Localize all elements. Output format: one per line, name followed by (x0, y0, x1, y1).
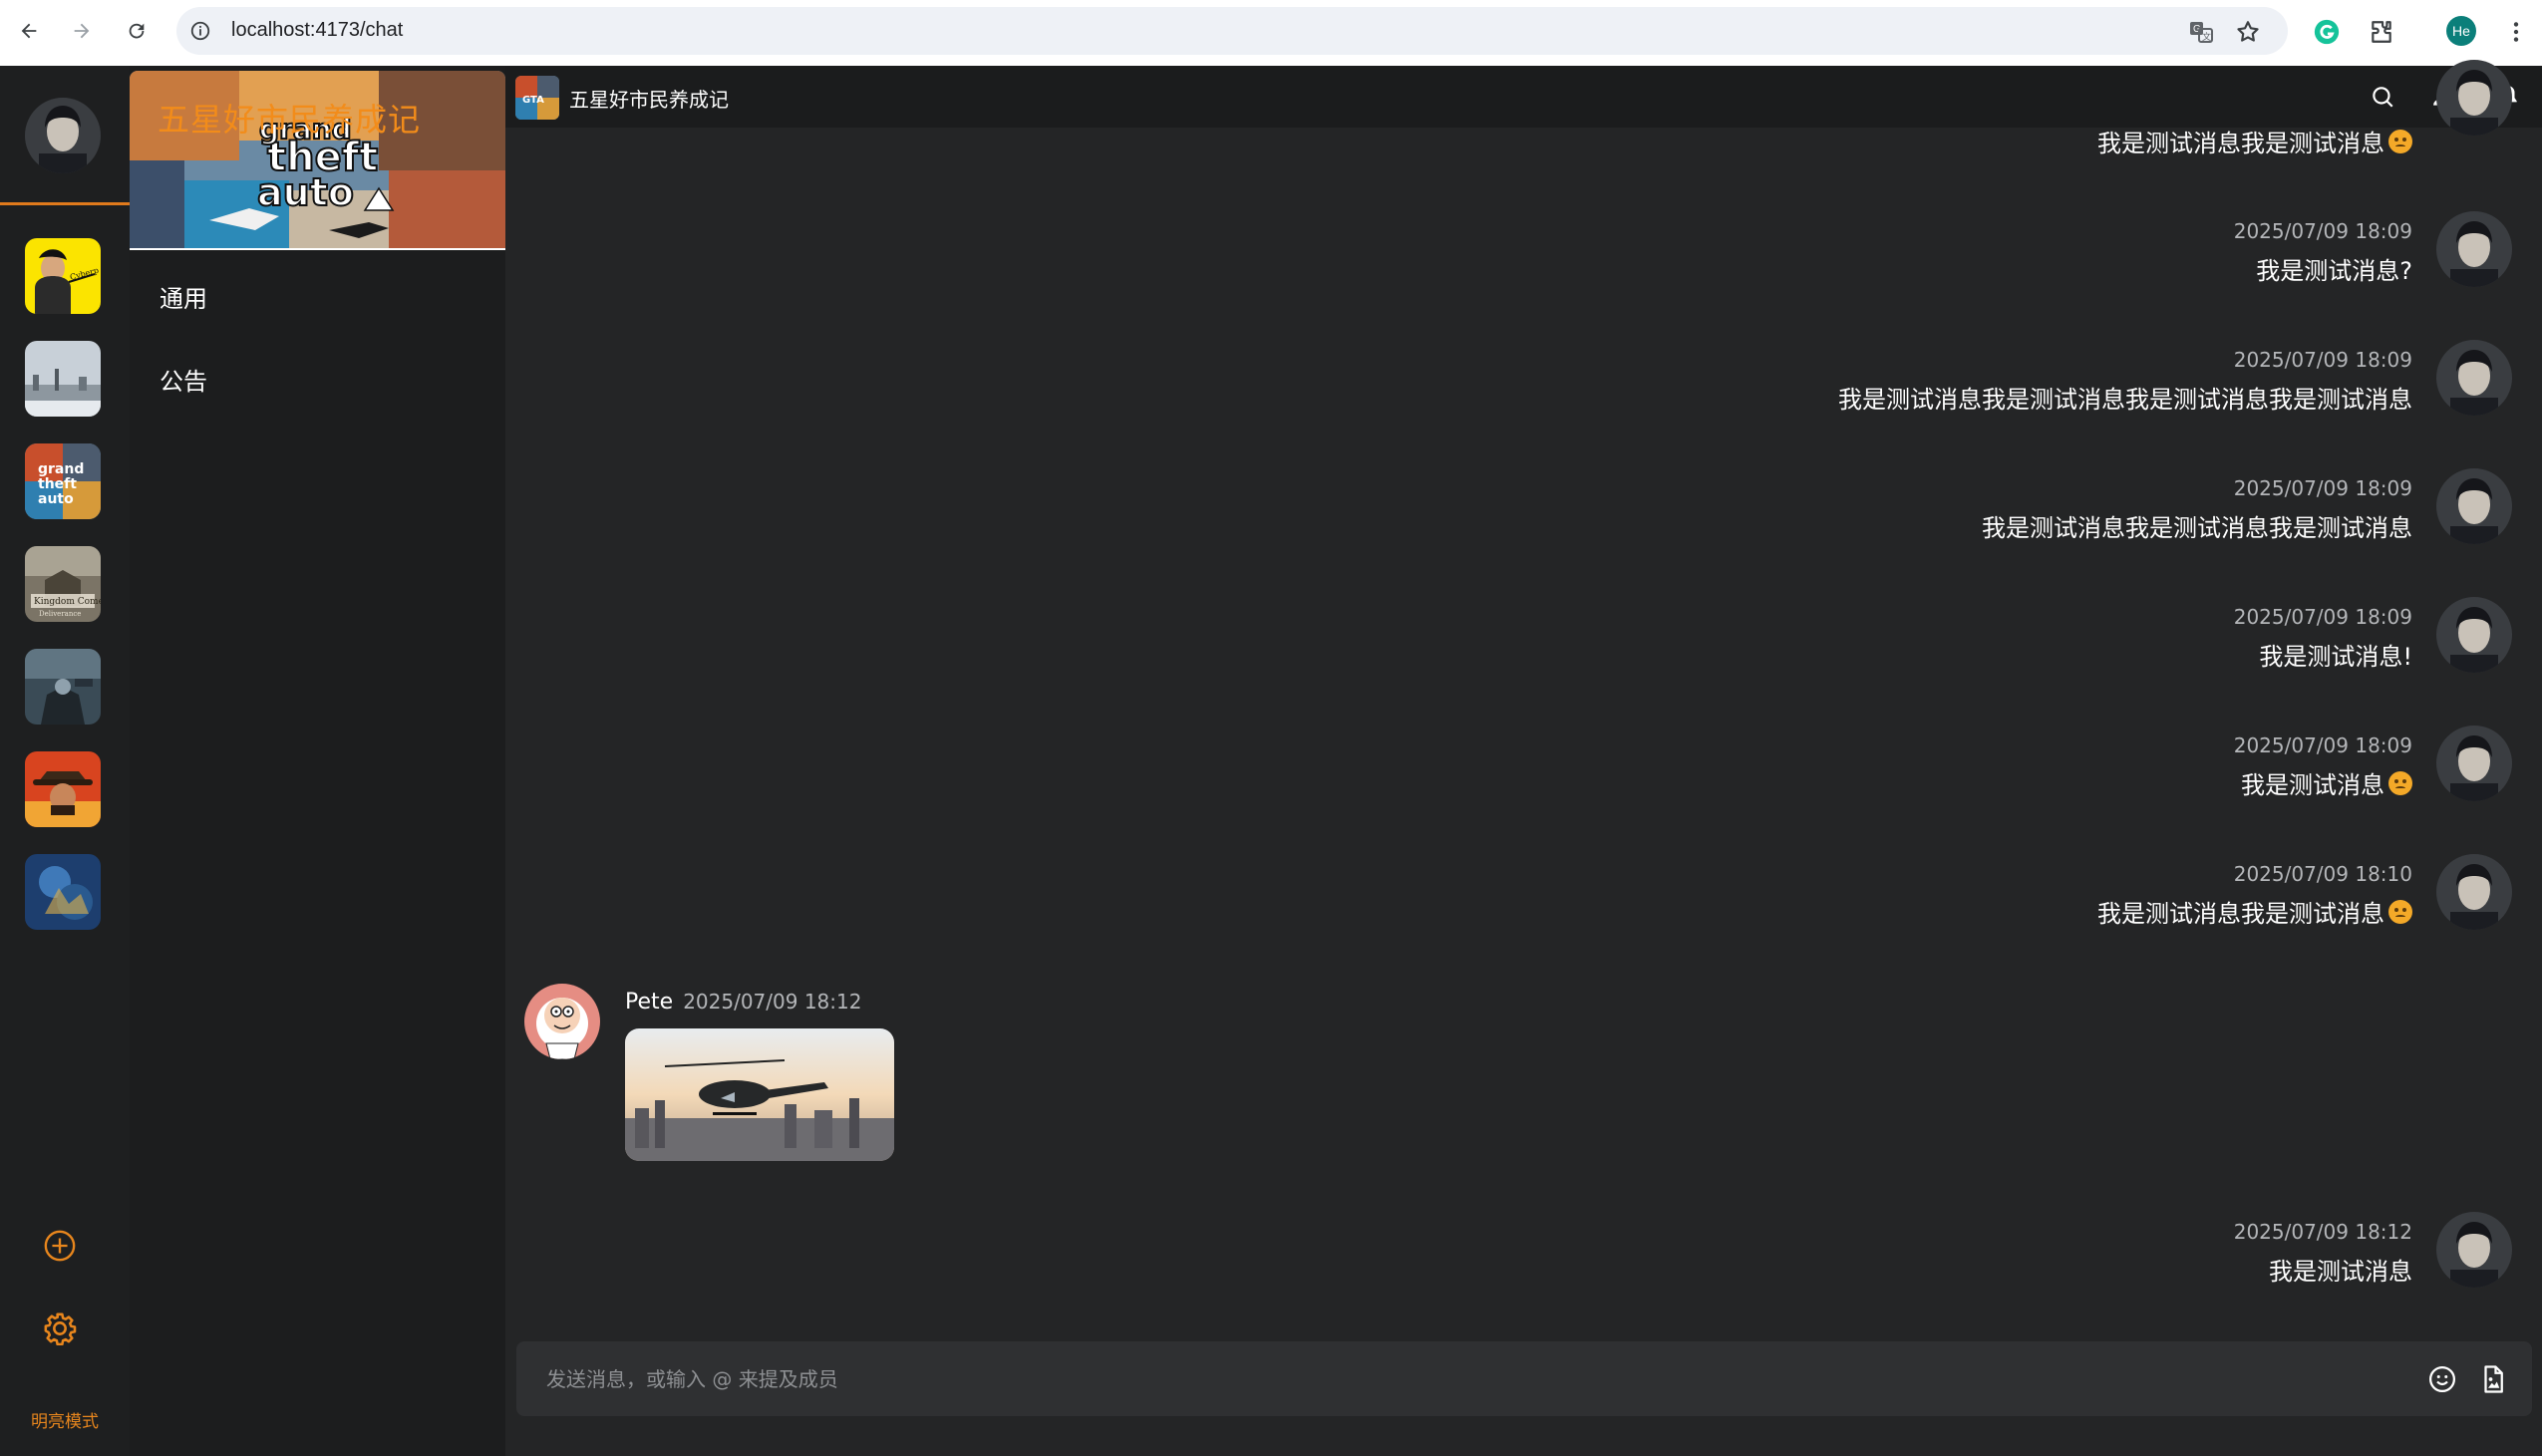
message-text: 我是测试消息! (2259, 637, 2412, 672)
message-body: 我是测试消息我是测试消息我是测试消息 (1982, 514, 2412, 542)
message-timestamp: 2025/07/09 18:09 (2233, 605, 2412, 629)
message-item: 2025/07/09 18:09 我是测试消息 (505, 726, 2542, 825)
message-item: 我是测试消息我是测试消息 (505, 60, 2542, 157)
message-timestamp: 2025/07/09 18:09 (2233, 733, 2412, 757)
message-author[interactable]: Pete (625, 990, 673, 1015)
svg-text:文: 文 (2202, 31, 2211, 43)
message-item: 2025/07/09 18:09 我是测试消息我是测试消息我是测试消息 (505, 468, 2542, 568)
svg-text:auto: auto (257, 170, 354, 214)
message-item: 2025/07/09 18:09 我是测试消息我是测试消息我是测试消息我是测试消… (505, 340, 2542, 439)
message-text: 我是测试消息? (2256, 251, 2412, 286)
theme-toggle[interactable]: 明亮模式 (0, 1407, 130, 1432)
message-timestamp: 2025/07/09 18:10 (2233, 862, 2412, 886)
svg-text:grand: grand (38, 461, 84, 477)
message-avatar[interactable] (2436, 854, 2512, 930)
menu-kebab-icon[interactable] (2501, 17, 2531, 47)
message-timestamp: 2025/07/09 18:09 (2233, 476, 2412, 500)
message-avatar[interactable] (2436, 60, 2512, 136)
message-text: 我是测试消息 (2241, 765, 2412, 800)
channel-general[interactable]: 通用 (159, 279, 207, 314)
message-avatar[interactable] (2436, 597, 2512, 673)
server-gta5[interactable]: grand theft auto (25, 443, 101, 519)
message-text: 我是测试消息我是测试消息我是测试消息 (1982, 508, 2412, 543)
message-timestamp: 2025/07/09 18:09 (2233, 348, 2412, 372)
add-server-icon[interactable] (42, 1228, 78, 1264)
server-banner: theft auto grand 五星好市民养成记 (130, 71, 505, 250)
message-text: 我是测试消息 (2269, 1252, 2412, 1287)
pete-avatar[interactable] (524, 984, 600, 1059)
message-image[interactable] (625, 1028, 894, 1161)
settings-icon[interactable] (42, 1310, 78, 1346)
rail-divider (0, 202, 130, 205)
pete-header: Pete 2025/07/09 18:12 (625, 990, 861, 1015)
reload-icon[interactable] (121, 13, 153, 49)
message-avatar[interactable] (2436, 726, 2512, 801)
server-cyberpunk[interactable]: Cyberp (25, 238, 101, 314)
message-body: 我是测试消息! (2259, 643, 2412, 671)
attach-file-icon[interactable] (2477, 1363, 2509, 1395)
server-mech[interactable] (25, 649, 101, 725)
message-avatar[interactable] (2436, 211, 2512, 287)
banner-title: 五星好市民养成记 (158, 101, 422, 139)
message-timestamp: 2025/07/09 18:12 (2233, 1220, 2412, 1244)
message-text: 我是测试消息我是测试消息 (2097, 124, 2412, 158)
profile-avatar[interactable]: He (2446, 16, 2476, 46)
message-body: 我是测试消息 (2241, 771, 2384, 799)
message-timestamp: 2025/07/09 18:09 (2233, 219, 2412, 243)
server-red-dead[interactable] (25, 751, 101, 827)
message-item: 2025/07/09 18:09 我是测试消息! (505, 597, 2542, 697)
svg-text:theft: theft (38, 476, 77, 492)
server-snowy-city[interactable] (25, 341, 101, 417)
translate-icon[interactable]: G文 (2188, 19, 2214, 45)
chat-app: Cyberp grand theft auto Kingdom Come Delive… (0, 60, 2542, 1456)
back-icon[interactable] (13, 13, 45, 49)
forward-icon[interactable] (66, 13, 98, 49)
message-body: 我是测试消息我是测试消息 (2097, 130, 2384, 157)
svg-text:Deliverance: Deliverance (39, 610, 81, 618)
svg-text:auto: auto (38, 491, 74, 507)
sad-face-emoji-icon (2388, 129, 2412, 153)
message-item: 2025/07/09 18:10 我是测试消息我是测试消息 (505, 854, 2542, 954)
address-bar[interactable]: localhost:4173/chat G文 (176, 7, 2288, 55)
bookmark-star-icon[interactable] (2235, 19, 2261, 45)
message-item: 2025/07/09 18:12 我是测试消息 (505, 1212, 2542, 1311)
sad-face-emoji-icon (2388, 899, 2412, 924)
channel-panel: theft auto grand 五星好市民养成记 通用 公告 (130, 66, 505, 1456)
site-info-icon[interactable] (188, 19, 212, 43)
message-item: 2025/07/09 18:09 我是测试消息? (505, 211, 2542, 311)
browser-toolbar: localhost:4173/chat G文 He (0, 0, 2542, 62)
message-timestamp: 2025/07/09 18:12 (683, 990, 862, 1014)
message-body: 我是测试消息我是测试消息我是测试消息我是测试消息 (1838, 386, 2412, 414)
extensions-icon[interactable] (2367, 17, 2396, 47)
message-avatar[interactable] (2436, 340, 2512, 416)
message-text: 我是测试消息我是测试消息 (2097, 894, 2412, 929)
sad-face-emoji-icon (2388, 770, 2412, 795)
server-rail: Cyberp grand theft auto Kingdom Come Delive… (0, 66, 130, 1456)
message-input[interactable] (546, 1341, 2410, 1416)
emoji-picker-icon[interactable] (2426, 1363, 2458, 1395)
server-kingdom-come[interactable]: Kingdom Come Deliverance (25, 546, 101, 622)
message-body: 我是测试消息 (2269, 1258, 2412, 1286)
message-body: 我是测试消息我是测试消息 (2097, 900, 2384, 928)
message-body: 我是测试消息? (2256, 257, 2412, 285)
message-avatar[interactable] (2436, 468, 2512, 544)
grammarly-icon[interactable] (2312, 17, 2342, 47)
user-avatar[interactable] (25, 98, 101, 173)
message-text: 我是测试消息我是测试消息我是测试消息我是测试消息 (1838, 380, 2412, 415)
message-avatar[interactable] (2436, 1212, 2512, 1288)
channel-announcements[interactable]: 公告 (159, 362, 207, 397)
svg-text:Kingdom Come: Kingdom Come (34, 597, 101, 607)
server-fantasy[interactable] (25, 854, 101, 930)
message-composer (516, 1341, 2532, 1416)
url-text[interactable]: localhost:4173/chat (231, 19, 403, 42)
